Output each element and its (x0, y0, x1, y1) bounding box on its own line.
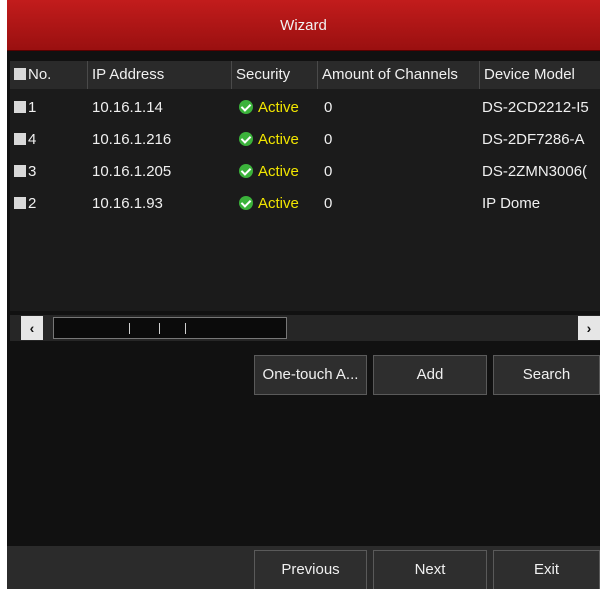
row-model: IP Dome (482, 195, 541, 212)
add-button[interactable]: Add (373, 355, 487, 395)
window-title: Wizard (280, 16, 327, 34)
table-header: No. IP Address Security Amount of Channe… (10, 61, 600, 89)
row-channels: 0 (324, 195, 333, 212)
checkbox-icon[interactable] (14, 197, 26, 209)
row-no: 3 (14, 156, 84, 188)
row-channels: 0 (324, 131, 333, 148)
scroll-right-button[interactable]: › (578, 316, 600, 340)
header-security[interactable]: Security (232, 61, 318, 89)
header-no[interactable]: No. (10, 61, 88, 89)
search-button[interactable]: Search (493, 355, 600, 395)
table-row[interactable]: 2 10.16.1.93 Active 0 IP Dome (10, 188, 600, 220)
row-ip: 10.16.1.93 (92, 195, 163, 212)
row-security: Active (239, 156, 319, 188)
exit-button[interactable]: Exit (493, 550, 600, 589)
checkbox-icon[interactable] (14, 101, 26, 113)
wizard-window: Wizard No. IP Address Security Amount of… (7, 0, 600, 589)
row-channels: 0 (324, 163, 333, 180)
row-ip: 10.16.1.14 (92, 99, 163, 116)
check-circle-icon (239, 196, 253, 210)
row-model: DS-2DF7286-A (482, 131, 585, 148)
header-ip-address[interactable]: IP Address (88, 61, 232, 89)
previous-button[interactable]: Previous (254, 550, 367, 589)
header-channels[interactable]: Amount of Channels (318, 61, 480, 89)
table-row[interactable]: 4 10.16.1.216 Active 0 DS-2DF7286-A (10, 124, 600, 156)
row-no: 2 (14, 188, 84, 220)
table-row[interactable]: 3 10.16.1.205 Active 0 DS-2ZMN3006( (10, 156, 600, 188)
row-model: DS-2CD2212-I5 (482, 99, 589, 116)
select-all-checkbox[interactable] (14, 68, 26, 80)
checkbox-icon[interactable] (14, 133, 26, 145)
one-touch-activate-button[interactable]: One-touch A... (254, 355, 367, 395)
title-bar: Wizard (7, 0, 600, 51)
header-device-model[interactable]: Device Model (480, 61, 600, 89)
row-security: Active (239, 124, 319, 156)
grip-line (159, 323, 160, 334)
row-no: 1 (14, 92, 84, 124)
check-circle-icon (239, 132, 253, 146)
row-ip: 10.16.1.205 (92, 163, 172, 180)
grip-line (129, 323, 130, 334)
next-button[interactable]: Next (373, 550, 487, 589)
row-security: Active (239, 188, 319, 220)
scroll-left-button[interactable]: ‹ (21, 316, 43, 340)
device-table: No. IP Address Security Amount of Channe… (10, 61, 600, 311)
scroll-thumb[interactable] (53, 317, 287, 339)
row-model: DS-2ZMN3006( (482, 163, 588, 180)
row-channels: 0 (324, 99, 333, 116)
grip-line (185, 323, 186, 334)
check-circle-icon (239, 164, 253, 178)
row-ip: 10.16.1.216 (92, 131, 172, 148)
table-row[interactable]: 1 10.16.1.14 Active 0 DS-2CD2212-I5 (10, 92, 600, 124)
check-circle-icon (239, 100, 253, 114)
row-security: Active (239, 92, 319, 124)
row-no: 4 (14, 124, 84, 156)
checkbox-icon[interactable] (14, 165, 26, 177)
horizontal-scrollbar[interactable]: ‹ › (10, 315, 600, 341)
